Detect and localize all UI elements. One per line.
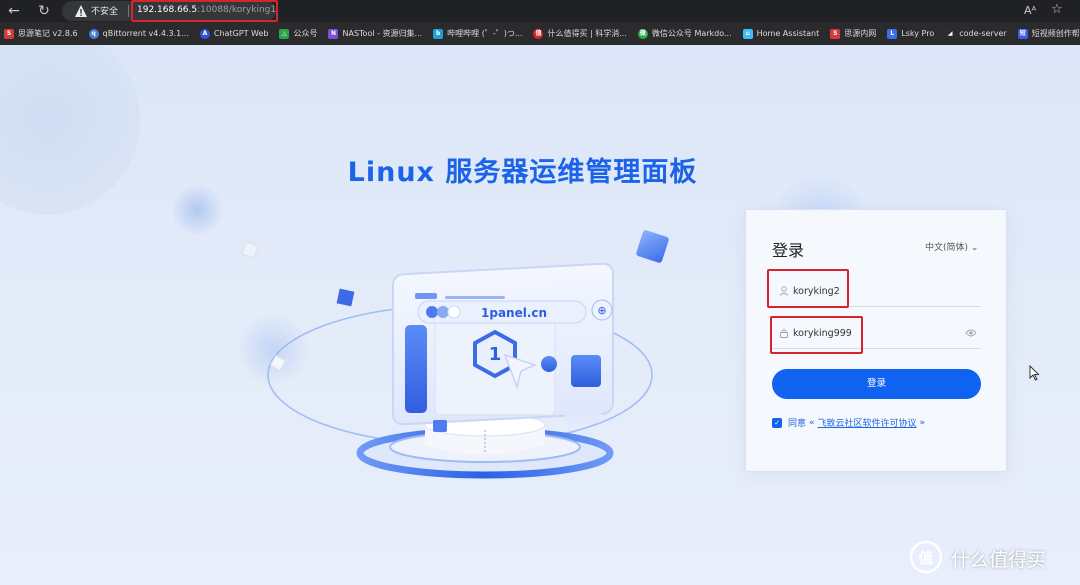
svg-text:值: 值 (918, 549, 933, 567)
bookmark-label: NASTool - 资源归集... (342, 29, 423, 38)
bookmark-item[interactable]: S 思源笔记 v2.8.6 (4, 28, 78, 39)
bookmark-siyuan-icon: S (4, 28, 14, 39)
bookmark-item[interactable]: △ 公众号 (279, 28, 317, 39)
bookmark-item[interactable]: 短短视频创作帮手模... (1017, 28, 1080, 39)
password-annotation-box (770, 316, 863, 354)
watermark-logo: 值 (909, 540, 943, 574)
agree-checkbox[interactable]: ✓ (772, 417, 782, 428)
login-title: 登录 (772, 241, 805, 260)
eye-icon[interactable] (965, 328, 977, 338)
username-annotation-box (767, 269, 849, 308)
pill-dot (437, 306, 449, 318)
quote-open: « (809, 417, 815, 428)
screen-dot (541, 356, 557, 372)
bookmark-code-server-icon: ◢ (945, 28, 956, 39)
security-status: 不安全 (91, 7, 119, 17)
bookmark-siyuan-lan-icon: S (830, 28, 841, 39)
screen-side-column (565, 393, 601, 423)
pill-dot (447, 305, 461, 319)
background-circle (0, 45, 140, 215)
screen-line (445, 296, 505, 299)
bookmark-nastool-icon: N (328, 28, 339, 39)
warning-triangle-icon (75, 5, 87, 17)
globe-glyph: ⊕ (597, 304, 606, 317)
bookmark-label: Home Assistant (756, 29, 820, 38)
bookmark-label: 微信公众号 Markdo... (651, 29, 732, 38)
bookmark-label: qBittorrent v4.4.3.1... (102, 29, 189, 38)
bookmark-wechat-icon: 微 (637, 28, 648, 39)
login-page: Linux 服务器运维管理面板 1 1panel.cn ⊕ 登录 中文(简体) … (0, 45, 1080, 585)
license-link[interactable]: 飞致云社区软件许可协议 (818, 416, 917, 429)
bookmark-item[interactable]: 值什么值得买 | 科学消... (533, 28, 627, 39)
favorite-star-icon[interactable]: ☆ (1051, 2, 1063, 18)
license-agreement: ✓ 同意 « 飞致云社区软件许可协议 » (772, 416, 925, 429)
login-button[interactable]: 登录 (772, 369, 981, 399)
screen-top-line (415, 293, 437, 299)
bookmark-label: Lsky Pro (901, 29, 935, 38)
bookmarks-bar: S 思源笔记 v2.8.6 q qBittorrent v4.4.3.1... AC… (0, 22, 1080, 45)
bookmark-item[interactable]: S 思源内网 (830, 28, 876, 39)
pill-dot (426, 306, 438, 318)
bookmark-label: 哔哩哔哩 (゜-゜)つ... (447, 29, 523, 38)
bookmark-lsky-icon: L (887, 28, 898, 39)
bookmark-item[interactable]: b 哔哩哔哩 (゜-゜)つ... (433, 28, 522, 39)
language-label: 中文(简体) (925, 243, 969, 253)
bookmark-label: code-server (959, 29, 1007, 38)
bookmark-label: 思源内网 (844, 29, 877, 38)
reload-icon[interactable]: ↻ (35, 2, 53, 20)
screen-sidebar-bar (405, 325, 427, 413)
bookmark-label: ChatGPT Web (213, 29, 269, 38)
back-arrow-icon[interactable]: ← (5, 2, 23, 20)
chevron-down-icon: ⌄ (970, 243, 979, 253)
watermark-text: 什么值得买 (951, 549, 1047, 571)
bookmark-label: 什么值得买 | 科学消... (547, 29, 627, 38)
language-select[interactable]: 中文(简体) ⌄ (925, 240, 978, 253)
quote-close: » (919, 417, 926, 428)
bookmark-item[interactable]: ◢ code-server (945, 28, 1007, 39)
illustration-domain: 1panel.cn (481, 306, 547, 320)
background-glow (172, 185, 222, 235)
url-annotation-box (131, 0, 278, 22)
bookmark-label: 思源笔记 v2.8.6 (18, 29, 78, 38)
bookmark-label: 短视频创作帮手模... (1031, 29, 1080, 38)
page-title: Linux 服务器运维管理面板 (347, 157, 698, 188)
bookmark-chatgpt-icon: A (199, 28, 210, 39)
bookmark-item[interactable]: q qBittorrent v4.4.3.1... (88, 28, 189, 39)
bookmark-item[interactable]: N NASTool - 资源归集... (328, 28, 422, 39)
hex-logo-glyph: 1 (489, 344, 502, 365)
bookmark-item[interactable]: 微微信公众号 Markdo... (637, 28, 732, 39)
bookmark-item[interactable]: ⌂ Home Assistant (742, 28, 820, 39)
bookmark-wechat-mp-icon: △ (279, 28, 290, 39)
bookmark-item[interactable]: A ChatGPT Web (199, 28, 269, 39)
panel-illustration: 1 1panel.cn ⊕ (267, 262, 653, 479)
floating-cube (336, 288, 355, 307)
divider (128, 5, 129, 17)
bookmark-item[interactable]: L Lsky Pro (887, 28, 935, 39)
agree-prefix: 同意 (788, 419, 807, 429)
login-card: 登录 中文(简体) ⌄ 登录 ✓ 同意 (745, 209, 1007, 472)
bookmark-home-assistant-icon: ⌂ (742, 28, 753, 39)
screen-small-cube (433, 420, 447, 432)
bookmark-label: 公众号 (293, 29, 318, 38)
reader-mode-icon[interactable]: Aᴬ (1024, 3, 1036, 19)
bookmark-qbittorrent-icon: q (88, 28, 99, 39)
bookmark-video-helper-icon: 短 (1017, 28, 1028, 39)
bookmark-bilibili-icon: b (433, 28, 444, 39)
bookmark-smzdm-icon: 值 (533, 28, 544, 39)
screen-card (571, 355, 601, 387)
mouse-cursor-icon (1029, 365, 1040, 381)
browser-toolbar: ← ↻ 不安全 192.168.66.5:10088/koryking1 Aᴬ … (0, 0, 1080, 22)
